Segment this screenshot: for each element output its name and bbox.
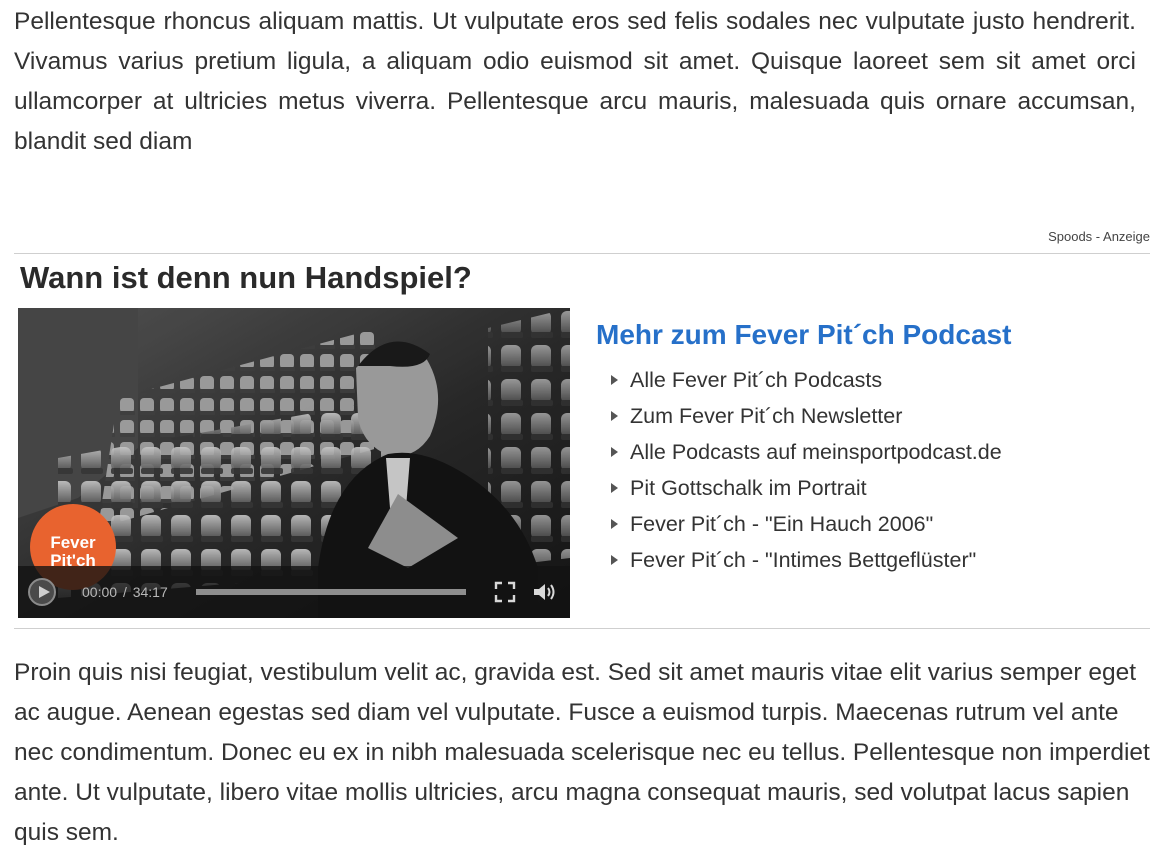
podcast-link[interactable]: Alle Podcasts auf meinsportpodcast.de [608,434,1002,470]
podcast-link[interactable]: Zum Fever Pit´ch Newsletter [608,398,1002,434]
podcast-links-list: Alle Fever Pit´ch Podcasts Zum Fever Pit… [608,362,1002,578]
article-paragraph-top: Pellentesque rhoncus aliquam mattis. Ut … [14,8,1136,155]
duration: 34:17 [132,584,168,600]
triangle-right-icon [611,447,618,457]
podcast-link-label: Alle Fever Pit´ch Podcasts [630,368,883,392]
triangle-right-icon [611,411,618,421]
podcast-link[interactable]: Alle Fever Pit´ch Podcasts [608,362,1002,398]
play-icon[interactable] [28,578,56,606]
podcast-link-label: Fever Pit´ch - "Intimes Bettgeflüster" [630,548,977,572]
progress-bar[interactable] [196,589,466,595]
podcast-link-label: Pit Gottschalk im Portrait [630,476,867,500]
divider-top [14,253,1150,254]
triangle-right-icon [611,375,618,385]
time-display: 00:00 / 34:17 [82,582,168,602]
podcast-link[interactable]: Fever Pit´ch - "Ein Hauch 2006" [608,506,1002,542]
triangle-right-icon [611,555,618,565]
podcast-link-label: Zum Fever Pit´ch Newsletter [630,404,903,428]
fullscreen-icon[interactable] [494,581,516,603]
time-separator: / [122,584,127,600]
podcast-link-label: Fever Pit´ch - "Ein Hauch 2006" [630,512,934,536]
podcast-link-label: Alle Podcasts auf meinsportpodcast.de [630,440,1002,464]
podcast-link[interactable]: Pit Gottschalk im Portrait [608,470,1002,506]
player-controls: 00:00 / 34:17 [18,566,570,618]
ad-label: Spoods - Anzeige [1048,229,1150,244]
podcast-player[interactable]: Fever Pit'ch 00:00 / 34:17 [18,308,570,618]
podcast-link[interactable]: Fever Pit´ch - "Intimes Bettgeflüster" [608,542,1002,578]
triangle-right-icon [611,483,618,493]
promo-title: Wann ist denn nun Handspiel? [20,260,472,295]
article-paragraph-bottom: Proin quis nisi feugiat, vestibulum veli… [14,659,1150,846]
podcast-links-title[interactable]: Mehr zum Fever Pit´ch Podcast [596,315,1011,355]
divider-bottom [14,628,1150,629]
volume-icon[interactable] [532,581,558,603]
triangle-right-icon [611,519,618,529]
current-time: 00:00 [82,584,118,600]
